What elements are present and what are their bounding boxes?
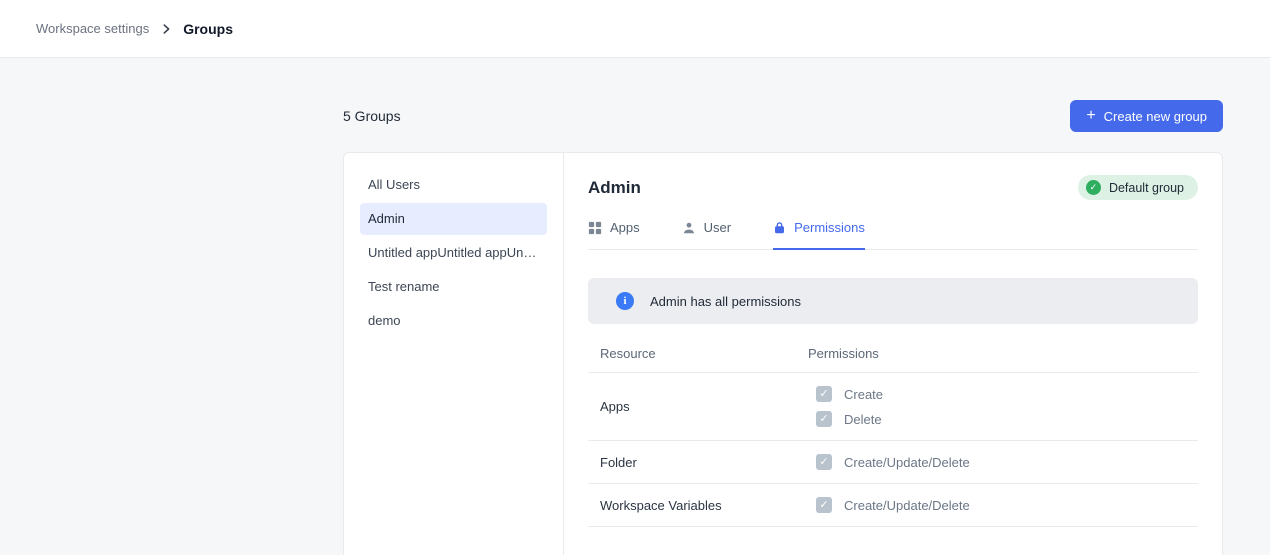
permission-create: ✓ Create	[808, 386, 1198, 402]
group-tabs: Apps User Permissions	[588, 220, 1198, 250]
folder-cud-checkbox: ✓	[816, 454, 832, 470]
resource-label: Folder	[588, 455, 808, 470]
group-list: All Users Admin Untitled appUntitled app…	[344, 153, 564, 555]
permission-delete: ✓ Delete	[808, 411, 1198, 427]
permissions-cell: ✓ Create/Update/Delete	[808, 484, 1198, 526]
permissions-cell: ✓ Create/Update/Delete	[808, 441, 1198, 483]
banner-text: Admin has all permissions	[650, 294, 801, 309]
tab-apps-label: Apps	[610, 220, 640, 235]
lock-icon	[773, 221, 786, 234]
group-item-admin[interactable]: Admin	[360, 203, 547, 235]
check-circle-icon: ✓	[1086, 180, 1101, 195]
grid-icon	[588, 221, 602, 235]
workspace-vars-cud-checkbox-label: Create/Update/Delete	[844, 498, 970, 513]
table-row-workspace-variables: Workspace Variables ✓ Create/Update/Dele…	[588, 484, 1198, 527]
tab-user[interactable]: User	[682, 220, 731, 250]
tab-permissions-label: Permissions	[794, 220, 865, 235]
group-title: Admin	[588, 178, 641, 198]
create-new-group-label: Create new group	[1104, 109, 1207, 124]
group-item-all-users[interactable]: All Users	[360, 169, 547, 201]
admin-permissions-banner: i Admin has all permissions	[588, 278, 1198, 324]
resource-label: Workspace Variables	[588, 498, 808, 513]
permission-workspace-vars-cud: ✓ Create/Update/Delete	[808, 497, 1198, 513]
permission-folder-cud: ✓ Create/Update/Delete	[808, 454, 1198, 470]
folder-cud-checkbox-label: Create/Update/Delete	[844, 455, 970, 470]
permissions-table: Resource Permissions Apps ✓ Create ✓ Del…	[588, 330, 1198, 527]
default-group-badge: ✓ Default group	[1078, 175, 1198, 200]
plus-icon: +	[1086, 108, 1095, 124]
permissions-column-header: Permissions	[808, 346, 1198, 361]
top-header: Workspace settings Groups	[0, 0, 1270, 58]
breadcrumb-current-groups: Groups	[183, 21, 233, 37]
table-row-folder: Folder ✓ Create/Update/Delete	[588, 441, 1198, 484]
groups-page: 5 Groups + Create new group All Users Ad…	[343, 100, 1223, 555]
default-group-badge-label: Default group	[1109, 181, 1184, 195]
delete-checkbox-label: Delete	[844, 412, 882, 427]
delete-checkbox: ✓	[816, 411, 832, 427]
user-icon	[682, 221, 696, 235]
table-header-row: Resource Permissions	[588, 330, 1198, 373]
tab-permissions[interactable]: Permissions	[773, 220, 865, 250]
tab-apps[interactable]: Apps	[588, 220, 640, 250]
tab-user-label: User	[704, 220, 731, 235]
info-icon: i	[616, 292, 634, 310]
panel-header: Admin ✓ Default group	[588, 175, 1198, 200]
create-new-group-button[interactable]: + Create new group	[1070, 100, 1223, 132]
resource-label: Apps	[588, 399, 808, 414]
table-row-apps: Apps ✓ Create ✓ Delete	[588, 373, 1198, 441]
permissions-cell: ✓ Create ✓ Delete	[808, 373, 1198, 440]
groups-count-label: 5 Groups	[343, 108, 401, 124]
group-item-demo[interactable]: demo	[360, 305, 547, 337]
group-detail-panel: Admin ✓ Default group Apps User	[564, 153, 1222, 555]
breadcrumb-workspace-settings[interactable]: Workspace settings	[36, 21, 149, 36]
workspace-vars-cud-checkbox: ✓	[816, 497, 832, 513]
groups-toolbar: 5 Groups + Create new group	[343, 100, 1223, 132]
chevron-right-icon	[159, 22, 173, 36]
resource-column-header: Resource	[588, 346, 808, 361]
groups-card: All Users Admin Untitled appUntitled app…	[343, 152, 1223, 555]
group-item-untitled-app[interactable]: Untitled appUntitled appUntitle…	[360, 237, 547, 269]
create-checkbox-label: Create	[844, 387, 883, 402]
create-checkbox: ✓	[816, 386, 832, 402]
group-item-test-rename[interactable]: Test rename	[360, 271, 547, 303]
